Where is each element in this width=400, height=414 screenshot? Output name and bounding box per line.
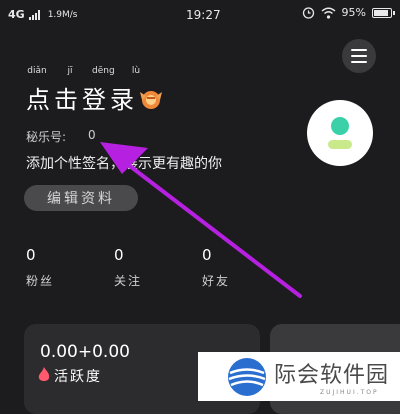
battery-fill [374,9,389,16]
stat-value: 0 [114,246,124,264]
account-id-value: 0 [88,128,96,142]
stat-value: 0 [202,246,212,264]
stat-label: 好友 [202,274,231,288]
stat-following[interactable]: 0 关注 [114,246,142,289]
watermark: 际会软件园 ZUJIHUI.TOP [198,352,400,401]
badge-icon[interactable] [137,88,165,110]
status-right: 95% [302,6,395,19]
clock: 19:27 [186,8,221,22]
activity-value: 0.00+0.00 [40,342,130,362]
login-pinyin: diǎn jī dēng lù [26,66,147,76]
avatar-icon [328,117,352,149]
stat-fans[interactable]: 0 粉丝 [26,246,54,289]
stat-label: 关注 [114,274,143,288]
pinyin-syllable: lù [131,66,141,76]
login-link[interactable]: 点击登录 [26,80,138,115]
account-id-label: 秘乐号: [26,130,67,144]
status-left: 4G 1.9M/s [8,8,78,21]
pinyin-syllable: dēng [92,66,115,76]
watermark-sub: ZUJIHUI.TOP [320,389,379,396]
stat-label: 粉丝 [26,274,55,288]
pinyin-syllable: diǎn [27,66,47,76]
wifi-icon [321,7,335,19]
network-type: 4G [8,8,25,21]
battery-percent: 95% [341,6,366,19]
stat-friends[interactable]: 0 好友 [202,246,230,289]
signature-prompt[interactable]: 添加个性签名，展示更有趣的你 [26,153,222,173]
alarm-icon [302,7,314,19]
watermark-text: 际会软件园 ZUJIHUI.TOP [274,357,389,396]
avatar[interactable] [307,100,373,166]
menu-icon [351,49,367,63]
signal-icon [28,9,40,20]
flame-icon [38,367,50,381]
activity-label: 活跃度 [54,369,102,385]
pinyin-syllable: jī [67,66,73,76]
watermark-name: 际会软件园 [274,363,390,388]
stat-value: 0 [26,246,36,264]
network-speed: 1.9M/s [47,9,78,20]
watermark-logo-icon [228,357,266,396]
status-bar: 4G 1.9M/s 19:27 95% [0,0,400,30]
menu-button[interactable] [342,39,376,73]
edit-profile-button[interactable]: 编辑资料 [24,185,138,211]
battery-icon [372,7,395,18]
